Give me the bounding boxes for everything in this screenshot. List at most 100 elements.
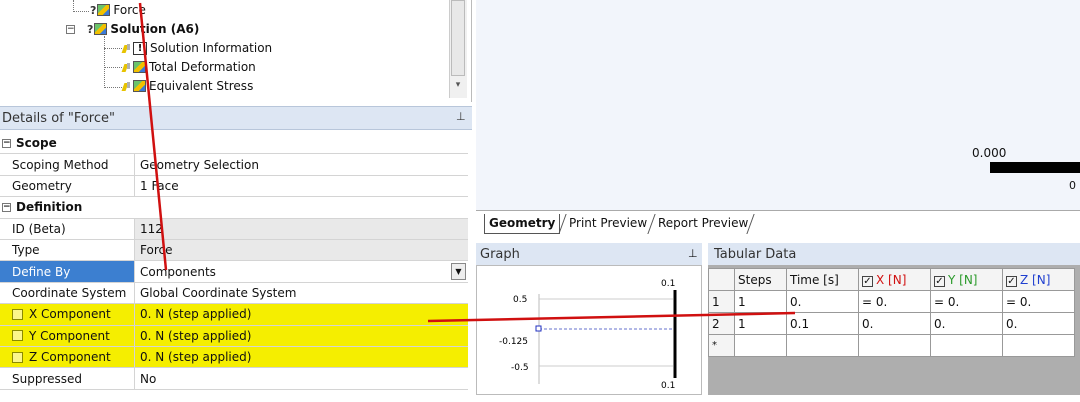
row-x-component[interactable]: X Component 0. N (step applied) [0, 304, 468, 326]
tree-item-equivalent-stress[interactable]: Equivalent Stress [122, 79, 253, 93]
tab-report-preview[interactable]: Report Preview [654, 214, 752, 234]
result-icon [133, 61, 146, 73]
pending-flag-icon [122, 61, 133, 73]
row-z-component[interactable]: Z Component 0. N (step applied) [0, 347, 468, 369]
row-label: ID (Beta) [0, 218, 135, 239]
collapse-icon[interactable]: − [66, 24, 75, 34]
check-icon[interactable]: ✓ [862, 275, 873, 287]
check-icon[interactable]: ✓ [934, 275, 945, 287]
check-icon[interactable]: ✓ [1006, 275, 1017, 287]
tabular-data-table[interactable]: Steps Time [s] ✓ X [N] ✓ Y [N] ✓ Z [N] 1 1 … [708, 268, 1075, 357]
row-label: Suppressed [0, 368, 135, 389]
tree-item-label: Solution Information [150, 41, 273, 55]
graph-title-text: Graph [480, 246, 520, 262]
cell-y[interactable]: = 0. [930, 290, 1003, 313]
row-id: ID (Beta) 112 [0, 218, 468, 240]
cell-time[interactable] [786, 334, 859, 357]
dropdown-value: Components [140, 264, 216, 279]
section-label: Definition [16, 200, 83, 215]
row-value[interactable]: 0. N (step applied) [135, 325, 468, 346]
tree-item-solution-information[interactable]: ! Solution Information [122, 41, 272, 55]
row-value[interactable]: No [135, 368, 468, 388]
graph-x-tick: 0.1 [661, 381, 675, 391]
pending-flag-icon [122, 42, 133, 54]
pending-flag-icon [122, 80, 133, 92]
dropdown-arrow-icon[interactable]: ▼ [451, 263, 466, 281]
header-z-label: Z [N] [1020, 272, 1051, 287]
collapse-icon[interactable]: − [2, 138, 11, 148]
scale-bar-value: 0.000 [972, 146, 1007, 160]
parameter-checkbox[interactable] [12, 308, 23, 320]
header-y-label: Y [N] [948, 272, 978, 287]
row-y-component[interactable]: Y Component 0. N (step applied) [0, 325, 468, 347]
tree-item-force[interactable]: ? Force [90, 3, 146, 17]
parameter-checkbox[interactable] [12, 330, 23, 342]
tree-item-label: Force [113, 3, 146, 17]
cell-x[interactable] [858, 334, 931, 357]
cell-y[interactable] [930, 334, 1003, 357]
graph-area[interactable]: 0.5 -0.125 -0.5 0.1 0.1 [476, 265, 702, 395]
row-label: Geometry [0, 175, 135, 197]
tab-print-preview[interactable]: Print Preview [565, 214, 651, 234]
row-value[interactable]: 0. N (step applied) [135, 347, 468, 368]
row-value[interactable]: 1 Face [135, 176, 468, 196]
parameter-checkbox[interactable] [12, 351, 23, 363]
outline-tree: ? Force − ? Solution (A6) ! Solution Inf… [0, 0, 472, 102]
row-coordinate-system[interactable]: Coordinate System Global Coordinate Syst… [0, 282, 468, 305]
graph-y-tick: -0.125 [499, 337, 528, 347]
section-definition[interactable]: − Definition [0, 197, 468, 219]
tab-geometry[interactable]: Geometry [484, 214, 561, 234]
tree-scroll-thumb[interactable] [451, 0, 465, 76]
collapse-icon[interactable]: − [2, 202, 11, 212]
tree-item-solution[interactable]: − ? Solution (A6) [66, 22, 199, 36]
row-label: Type [0, 240, 135, 261]
row-label: Coordinate System [0, 282, 135, 304]
cell-time[interactable]: 0. [786, 290, 859, 313]
tab-label: Report Preview [658, 216, 749, 230]
cell-steps[interactable] [734, 334, 787, 357]
header-z[interactable]: ✓ Z [N] [1002, 268, 1075, 291]
tree-item-label: Solution (A6) [110, 22, 200, 36]
row-value: Force [135, 240, 468, 261]
row-suppressed[interactable]: Suppressed No [0, 368, 468, 390]
cell-z[interactable] [1002, 334, 1075, 357]
details-panel-title: Details of "Force" [0, 106, 472, 130]
cell-time[interactable]: 0.1 [786, 312, 859, 335]
define-by-dropdown[interactable]: Components ▼ [135, 261, 468, 281]
row-define-by[interactable]: Define By Components ▼ [0, 261, 468, 283]
cell-steps[interactable]: 1 [734, 290, 787, 313]
header-steps: Steps [734, 268, 787, 291]
header-y[interactable]: ✓ Y [N] [930, 268, 1003, 291]
pin-icon[interactable]: ⊥ [688, 247, 698, 260]
cell-steps[interactable]: 1 [734, 312, 787, 335]
row-value[interactable]: 0. N (step applied) [135, 304, 468, 325]
pin-icon[interactable]: ⊥ [456, 110, 468, 124]
question-status-icon: ? [90, 3, 97, 17]
row-geometry[interactable]: Geometry 1 Face [0, 175, 468, 198]
graph-panel-title: Graph [476, 243, 702, 265]
row-label: Z Component [29, 350, 111, 365]
cell-x[interactable]: = 0. [858, 290, 931, 313]
row-value[interactable]: Geometry Selection [135, 154, 468, 174]
row-label: Scoping Method [0, 154, 135, 175]
row-value: 112 [135, 218, 468, 239]
row-scoping-method[interactable]: Scoping Method Geometry Selection [0, 154, 468, 176]
table-row[interactable]: 2 1 0.1 0. 0. 0. [708, 312, 1075, 335]
section-scope[interactable]: − Scope [0, 133, 468, 155]
force-icon [97, 4, 111, 16]
graph-y-tick: 0.5 [513, 295, 527, 305]
cell-x[interactable]: 0. [858, 312, 931, 335]
row-value[interactable]: Global Coordinate System [135, 283, 468, 303]
graphics-viewport[interactable] [476, 0, 1080, 210]
table-new-row[interactable]: * [708, 334, 1075, 357]
header-x-label: X [N] [876, 272, 907, 287]
tree-item-total-deformation[interactable]: Total Deformation [122, 60, 256, 74]
cell-z[interactable]: 0. [1002, 312, 1075, 335]
tab-label: Print Preview [569, 216, 648, 230]
table-row[interactable]: 1 1 0. = 0. = 0. = 0. [708, 290, 1075, 313]
tabular-title-text: Tabular Data [714, 246, 797, 262]
header-x[interactable]: ✓ X [N] [858, 268, 931, 291]
cell-z[interactable]: = 0. [1002, 290, 1075, 313]
cell-y[interactable]: 0. [930, 312, 1003, 335]
scroll-down-icon[interactable]: ▾ [451, 80, 465, 94]
